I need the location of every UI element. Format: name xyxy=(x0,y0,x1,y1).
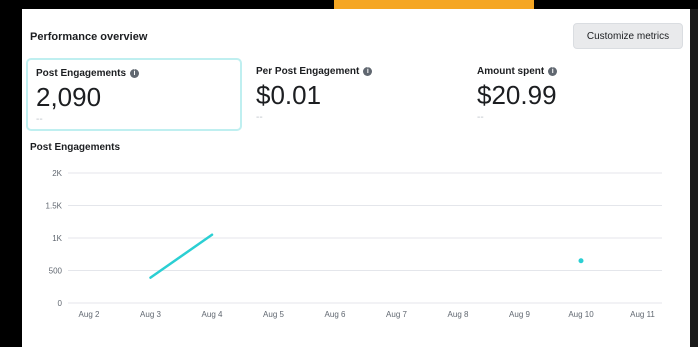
right-edge xyxy=(690,9,698,347)
y-tick-label: 1K xyxy=(52,234,62,243)
metric-amount-spent[interactable]: Amount spent i $20.99 -- xyxy=(469,58,685,131)
post-engagements-chart: 2K 1.5K 1K 500 0 Aug 2 Aug 3 Aug 4 Aug 5 Aug 6 Aug… xyxy=(46,169,662,319)
metric-comparison: -- xyxy=(256,112,263,123)
x-tick-label: Aug 6 xyxy=(325,310,346,319)
metric-per-post-engagement[interactable]: Per Post Engagement i $0.01 -- xyxy=(248,58,464,131)
metric-label: Per Post Engagement xyxy=(256,66,360,77)
metric-label: Amount spent xyxy=(477,66,545,77)
metric-label-row: Per Post Engagement i xyxy=(256,66,456,77)
x-tick-label: Aug 9 xyxy=(509,310,530,319)
metric-value: $0.01 xyxy=(256,80,322,110)
customize-metrics-button[interactable]: Customize metrics xyxy=(573,23,683,49)
x-tick-label: Aug 2 xyxy=(79,310,100,319)
y-tick-label: 2K xyxy=(52,169,62,178)
info-icon[interactable]: i xyxy=(130,69,140,78)
top-accent-bar xyxy=(334,0,534,9)
metric-value: 2,090 xyxy=(36,82,102,112)
x-tick-label: Aug 8 xyxy=(448,310,469,319)
x-tick-label: Aug 5 xyxy=(263,310,284,319)
panel-title: Performance overview xyxy=(30,31,148,43)
x-tick-label: Aug 11 xyxy=(630,310,655,319)
metric-label-row: Amount spent i xyxy=(477,66,677,77)
metric-value: $20.99 xyxy=(477,80,557,110)
x-tick-label: Aug 4 xyxy=(202,310,223,319)
y-tick-label: 1.5K xyxy=(46,202,63,211)
metric-label: Post Engagements xyxy=(36,68,127,79)
x-tick-label: Aug 7 xyxy=(386,310,407,319)
screen: Performance overview Customize metrics P… xyxy=(0,0,698,347)
y-tick-label: 500 xyxy=(49,267,63,276)
x-tick-label: Aug 3 xyxy=(140,310,161,319)
x-tick-label: Aug 10 xyxy=(568,310,594,319)
info-icon[interactable]: i xyxy=(363,67,373,76)
metric-comparison: -- xyxy=(477,112,484,123)
metric-comparison: -- xyxy=(36,114,43,125)
series-line xyxy=(149,233,214,279)
chart-title: Post Engagements xyxy=(30,142,121,153)
series-point xyxy=(578,258,584,264)
performance-overview-card: Performance overview Customize metrics P… xyxy=(22,9,690,347)
info-icon[interactable]: i xyxy=(548,67,558,76)
metric-label-row: Post Engagements i xyxy=(36,68,232,79)
metric-post-engagements[interactable]: Post Engagements i 2,090 -- xyxy=(26,58,242,131)
y-tick-label: 0 xyxy=(58,299,63,308)
